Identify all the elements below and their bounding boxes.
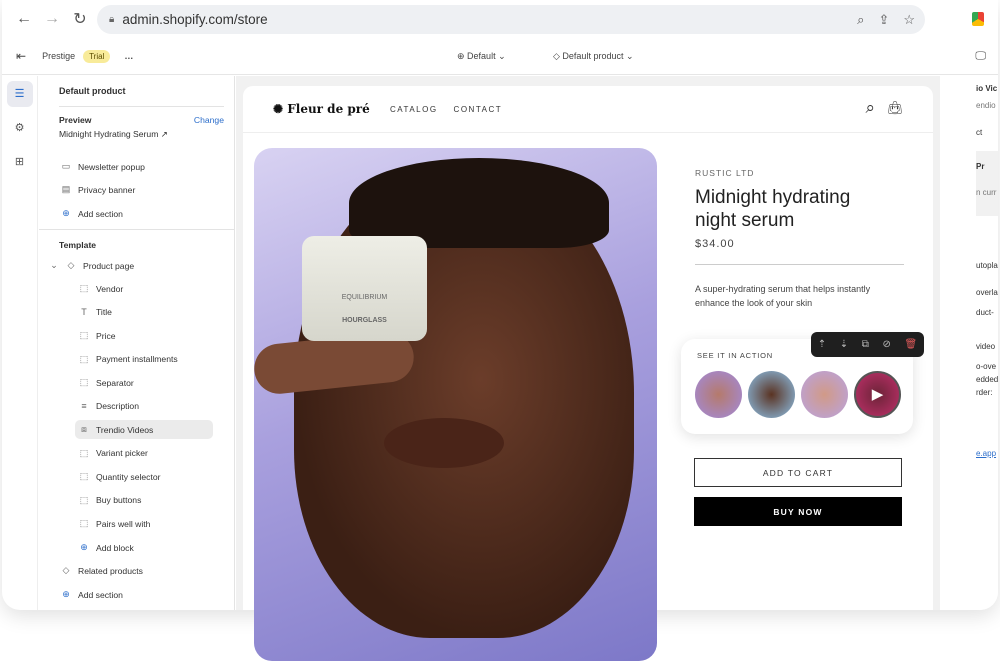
block-pairs-well-with[interactable]: ⬚ Pairs well with <box>79 518 151 529</box>
product-price: $34.00 <box>695 238 735 250</box>
section-related-products[interactable]: ◇ Related products <box>61 565 143 576</box>
block-icon: ⬚ <box>79 471 89 481</box>
hide-icon[interactable]: ⊘ <box>883 339 891 350</box>
reload-icon[interactable]: ↻ <box>66 9 94 29</box>
add-block-button[interactable]: ⊕ Add block <box>79 542 134 553</box>
block-description[interactable]: ≡ Description <box>79 401 139 411</box>
cart-icon[interactable]: 👜︎ <box>886 100 903 116</box>
store-name: Prestige <box>42 51 76 61</box>
template-label: Template <box>59 240 97 250</box>
block-price[interactable]: ⬚ Price <box>79 330 116 341</box>
globe-icon: ⊕ <box>457 50 468 61</box>
block-icon: ⬚ <box>79 494 89 505</box>
video-thumb[interactable] <box>695 371 742 418</box>
nav-contact[interactable]: CONTACT <box>454 105 503 114</box>
block-separator[interactable]: ⬚ Separator <box>79 377 134 388</box>
device-icon[interactable]: 🖵︎ <box>975 50 986 63</box>
plus-circle-icon: ⊕ <box>62 208 70 218</box>
tag-icon: ◇ <box>67 260 75 270</box>
popup-icon: ▭ <box>61 161 71 171</box>
product-description: A super-hydrating serum that helps insta… <box>695 284 871 308</box>
section-newsletter-popup[interactable]: ▭ Newsletter popup <box>61 161 145 172</box>
address-bar[interactable]: 🔒︎ admin.shopify.com/store ⌕ ⇪ ☆ <box>97 5 925 34</box>
block-icon: ⬚ <box>79 353 89 364</box>
extension-icon[interactable] <box>972 12 984 26</box>
settings-icon[interactable]: ⚙ <box>7 115 33 141</box>
move-up-icon[interactable]: ⇡ <box>818 339 826 350</box>
widget-title: SEE IT IN ACTION <box>697 351 774 360</box>
icon-rail: ☰ ⚙ ⊞ <box>2 76 38 610</box>
block-toolbar: ⇡ ⇣ ⧉ ⊘ 🗑︎ <box>811 332 924 357</box>
exit-icon[interactable]: ⇤ <box>16 49 26 63</box>
search-icon[interactable]: ⌕ <box>865 98 875 118</box>
block-title[interactable]: T Title <box>79 307 112 317</box>
product-image: EQUILIBRIUM HOURGLASS <box>254 148 657 661</box>
back-icon[interactable]: ← <box>10 10 38 28</box>
share-icon[interactable]: ⇪ <box>878 12 889 28</box>
tag-icon: ◇ <box>553 50 563 61</box>
video-thumb[interactable] <box>801 371 848 418</box>
external-link-icon: ↗ <box>160 129 168 139</box>
browser-chrome: ← → ↻ 🔒︎ admin.shopify.com/store ⌕ ⇪ ☆ <box>2 0 998 38</box>
product-vendor: RUSTIC LTD <box>695 168 755 178</box>
app-icon: ⧈ <box>81 424 87 434</box>
apps-icon[interactable]: ⊞ <box>7 149 33 175</box>
product-title: Midnight hydrating night serum <box>695 187 851 231</box>
star-icon[interactable]: ☆ <box>903 12 915 28</box>
sidebar-title: Default product <box>59 86 126 96</box>
block-icon: ⬚ <box>79 447 89 458</box>
editor-toolbar: ⇤ Prestige Trial … ⊕ Default ⌄ ◇ Default… <box>2 38 998 75</box>
template-selector[interactable]: ◇ Default product ⌄ <box>553 51 634 62</box>
sections-icon[interactable]: ☰ <box>6 81 33 107</box>
lock-icon: 🔒︎ <box>109 14 115 25</box>
lines-icon: ≡ <box>81 400 87 411</box>
video-thumb-playing[interactable]: ▶ <box>854 371 901 418</box>
text-icon: T <box>81 306 87 317</box>
settings-panel: io Vic endio ct Pr n curr utopla overla … <box>940 76 998 610</box>
trial-badge: Trial <box>83 49 111 63</box>
section-product-page[interactable]: ⌄ ◇ Product page <box>49 260 134 271</box>
jar: EQUILIBRIUM HOURGLASS <box>302 236 427 341</box>
plus-circle-icon: ⊕ <box>80 542 88 552</box>
block-quantity-selector[interactable]: ⬚ Quantity selector <box>79 471 161 482</box>
nav-catalog[interactable]: CATALOG <box>390 105 438 114</box>
play-icon: ▶ <box>871 386 884 403</box>
store-logo[interactable]: ✺ Fleur de pré <box>273 102 370 116</box>
add-section-button[interactable]: ⊕ Add section <box>61 589 123 600</box>
block-payment-installments[interactable]: ⬚ Payment installments <box>79 354 178 365</box>
block-icon: ⬚ <box>79 377 89 387</box>
video-thumb[interactable] <box>748 371 795 418</box>
move-down-icon[interactable]: ⇣ <box>840 339 848 350</box>
add-section-button[interactable]: ⊕ Add section <box>61 208 123 219</box>
plus-circle-icon: ⊕ <box>62 589 70 599</box>
banner-icon: ▤ <box>61 184 71 194</box>
zoom-icon[interactable]: ⌕ <box>857 12 864 28</box>
more-button[interactable]: … <box>124 51 133 61</box>
preview-product[interactable]: Midnight Hydrating Serum ↗ <box>59 129 168 140</box>
duplicate-icon[interactable]: ⧉ <box>862 339 869 350</box>
add-to-cart-button[interactable]: ADD TO CART <box>694 458 902 487</box>
url-text: admin.shopify.com/store <box>122 12 268 27</box>
block-buy-buttons[interactable]: ⬚ Buy buttons <box>79 494 142 506</box>
block-variant-picker[interactable]: ⬚ Variant picker <box>79 448 148 459</box>
block-icon: ⬚ <box>79 330 89 340</box>
theme-selector[interactable]: ⊕ Default ⌄ <box>457 51 506 62</box>
forward-icon[interactable]: → <box>38 10 66 28</box>
block-icon: ⬚ <box>79 283 89 293</box>
buy-now-button[interactable]: BUY NOW <box>694 497 902 526</box>
block-icon: ⬚ <box>79 518 89 528</box>
section-privacy-banner[interactable]: ▤ Privacy banner <box>61 184 136 195</box>
preview-label: Preview <box>59 115 92 125</box>
block-trendio-videos[interactable]: ⧈ Trendio Videos <box>75 420 214 439</box>
sidebar: Default product Preview Change Midnight … <box>39 76 235 610</box>
block-vendor[interactable]: ⬚ Vendor <box>79 283 124 294</box>
tag-icon: ◇ <box>62 565 70 575</box>
change-link[interactable]: Change <box>194 115 224 125</box>
delete-icon[interactable]: 🗑︎ <box>904 339 917 350</box>
chevron-down-icon: ⌄ <box>50 260 58 270</box>
